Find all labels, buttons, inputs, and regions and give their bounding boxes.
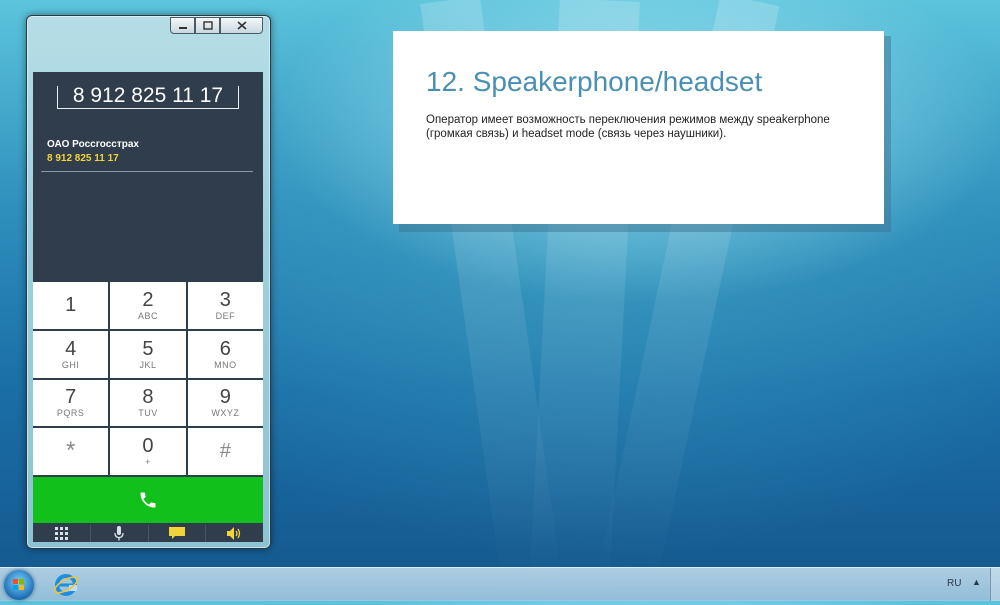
show-desktop-button[interactable] — [990, 568, 1000, 601]
window-controls — [170, 17, 263, 34]
dial-number-display[interactable]: 8 912 825 11 17 — [57, 85, 239, 109]
key-2[interactable]: 2 ABC — [110, 282, 186, 329]
minimize-icon — [178, 26, 187, 29]
contact-number: 8 912 825 11 17 — [47, 153, 119, 164]
key-digit: 9 — [219, 386, 231, 409]
tray-expand-icon[interactable]: ▲ — [972, 577, 981, 587]
key-digit: 8 — [142, 386, 154, 409]
key-8[interactable]: 8 TUV — [110, 379, 186, 427]
windows-logo-icon — [13, 579, 24, 590]
key-3[interactable]: 3 DEF — [187, 282, 263, 329]
key-letters: JKL — [139, 359, 157, 370]
key-letters: DEF — [215, 310, 236, 321]
key-9[interactable]: 9 WXYZ — [187, 379, 263, 427]
internet-explorer-icon — [53, 574, 79, 596]
key-digit: 3 — [219, 288, 231, 311]
contact-name: ОАО Россгосстрах — [47, 139, 139, 150]
keypad-icon — [54, 527, 68, 540]
key-4[interactable]: 4 GHI — [33, 330, 109, 378]
language-indicator[interactable]: RU — [947, 578, 961, 589]
phone-app: 8 912 825 11 17 ОАО Россгосстрах 8 912 8… — [33, 72, 263, 542]
dial-keypad: 1 2 ABC 3 DEF 4 GHI 5 JKL 6 MNO 7 PQRS 8 TUV 9W… — [33, 282, 263, 475]
key-6[interactable]: 6 MNO — [187, 330, 263, 378]
start-button[interactable] — [4, 570, 34, 600]
key-digit: 0 — [142, 435, 154, 458]
key-digit: 6 — [219, 337, 231, 360]
chat-icon — [168, 527, 185, 539]
key-hash[interactable]: # — [187, 428, 263, 475]
key-letters: MNO — [214, 359, 237, 370]
minimize-button[interactable] — [170, 17, 195, 34]
speaker-icon — [227, 527, 241, 540]
microphone-icon — [114, 526, 124, 541]
key-star[interactable]: * — [33, 428, 109, 475]
key-letters: ABC — [137, 310, 158, 321]
key-letters: TUV — [138, 408, 158, 419]
info-card: 12. Speakerphone/headset Оператор имеет … — [393, 31, 884, 224]
key-letters: WXYZ — [211, 408, 240, 419]
key-digit: 5 — [142, 337, 154, 360]
key-letters: + — [145, 457, 151, 468]
maximize-button[interactable] — [195, 17, 220, 34]
key-digit: 7 — [65, 386, 77, 409]
mute-button[interactable] — [91, 525, 149, 542]
card-body: Оператор имеет возможность переключения … — [426, 114, 830, 140]
key-letters: PQRS — [56, 408, 85, 419]
taskbar: RU ▲ — [0, 567, 1000, 601]
speaker-button[interactable] — [206, 525, 263, 542]
phone-handset-icon — [140, 492, 156, 508]
phone-window: 8 912 825 11 17 ОАО Россгосстрах 8 912 8… — [26, 15, 271, 549]
key-5[interactable]: 5 JKL — [110, 330, 186, 378]
call-button[interactable] — [33, 477, 263, 523]
key-digit: * — [65, 437, 76, 465]
key-digit: 2 — [142, 288, 154, 311]
close-button[interactable] — [220, 17, 263, 34]
call-options-bar — [33, 525, 263, 542]
chat-button[interactable] — [149, 525, 207, 542]
internet-explorer-taskbar-button[interactable] — [52, 571, 80, 599]
key-digit: 1 — [65, 293, 77, 316]
key-digit: # — [219, 440, 231, 463]
key-1[interactable]: 1 — [33, 282, 109, 329]
keypad-toggle-button[interactable] — [33, 525, 91, 542]
key-0[interactable]: 0 + — [110, 428, 186, 475]
close-icon — [236, 21, 247, 30]
maximize-icon — [202, 21, 213, 30]
key-7[interactable]: 7 PQRS — [33, 379, 109, 427]
key-letters: GHI — [61, 359, 80, 370]
card-title: 12. Speakerphone/headset — [426, 66, 763, 97]
divider — [41, 171, 253, 172]
key-digit: 4 — [65, 337, 77, 360]
